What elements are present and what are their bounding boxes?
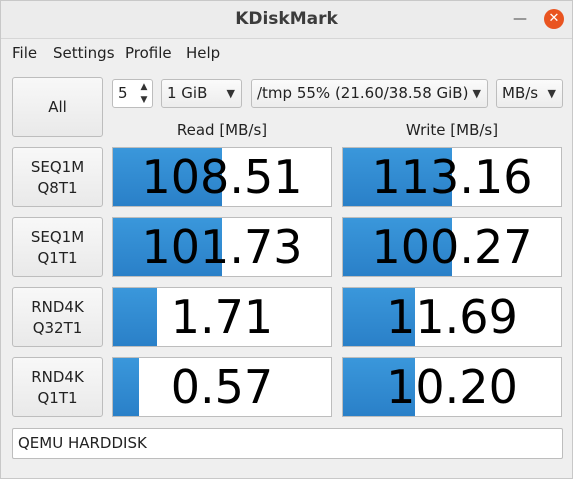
test-seq1m-q8t1-button[interactable]: SEQ1M Q8T1 [12,147,103,207]
write-result-value: 113.16 [371,150,533,204]
write-result-meter: 113.16 [342,147,562,207]
loops-value: 5 [118,84,128,102]
test-name: SEQ1M [30,158,85,176]
test-name: RND4K [31,298,84,316]
kdiskmark-window: KDiskMark — ✕ File Settings Profile Help… [0,0,573,479]
file-size-value: 1 GiB [167,84,208,102]
device-name-field[interactable]: QEMU HARDDISK [12,428,563,459]
chevron-down-icon: ▼ [226,87,235,100]
write-result-value: 10.20 [386,360,518,414]
run-all-button[interactable]: All [12,77,103,137]
loops-spinbox[interactable]: 5 ▲ ▼ [112,79,153,108]
read-result-meter: 0.57 [112,357,332,417]
read-column-header: Read [MB/s] [176,121,268,139]
read-result-value: 108.51 [141,150,303,204]
menu-file[interactable]: File [12,39,37,67]
read-result-value: 101.73 [141,220,303,274]
test-rnd4k-q32t1-button[interactable]: RND4K Q32T1 [12,287,103,347]
close-icon[interactable]: ✕ [544,9,564,29]
unit-value: MB/s [502,84,539,102]
unit-select[interactable]: MB/s ▼ [496,79,563,108]
target-value: /tmp 55% (21.60/38.58 GiB) [257,84,469,102]
menu-bar: File Settings Profile Help [1,39,572,67]
write-result-meter: 11.69 [342,287,562,347]
window-title: KDiskMark [235,9,338,29]
read-result-meter: 101.73 [112,217,332,277]
test-params: Q1T1 [37,249,78,267]
spin-down-icon[interactable]: ▼ [138,94,150,106]
read-result-value: 0.57 [170,360,274,414]
read-result-meter: 108.51 [112,147,332,207]
menu-profile[interactable]: Profile [125,39,172,67]
test-params: Q8T1 [37,179,78,197]
write-result-value: 100.27 [371,220,533,274]
menu-help[interactable]: Help [186,39,220,67]
write-result-value: 11.69 [386,290,518,344]
chevron-down-icon: ▼ [547,87,556,100]
spin-up-icon[interactable]: ▲ [138,81,150,93]
chevron-down-icon: ▼ [472,87,481,100]
minimize-icon[interactable]: — [510,9,530,29]
main-panel: All 5 ▲ ▼ 1 GiB ▼ /tmp 55% (21.60/38.58 … [1,67,572,478]
menu-settings[interactable]: Settings [53,39,115,67]
file-size-select[interactable]: 1 GiB ▼ [161,79,242,108]
target-select[interactable]: /tmp 55% (21.60/38.58 GiB) ▼ [251,79,488,108]
write-column-header: Write [MB/s] [405,121,499,139]
write-result-meter: 10.20 [342,357,562,417]
test-name: SEQ1M [30,228,85,246]
write-result-meter: 100.27 [342,217,562,277]
read-result-meter: 1.71 [112,287,332,347]
test-params: Q1T1 [37,389,78,407]
test-name: RND4K [31,368,84,386]
test-seq1m-q1t1-button[interactable]: SEQ1M Q1T1 [12,217,103,277]
title-bar[interactable]: KDiskMark — ✕ [1,1,572,39]
read-result-value: 1.71 [170,290,274,344]
test-params: Q32T1 [32,319,83,337]
test-rnd4k-q1t1-button[interactable]: RND4K Q1T1 [12,357,103,417]
